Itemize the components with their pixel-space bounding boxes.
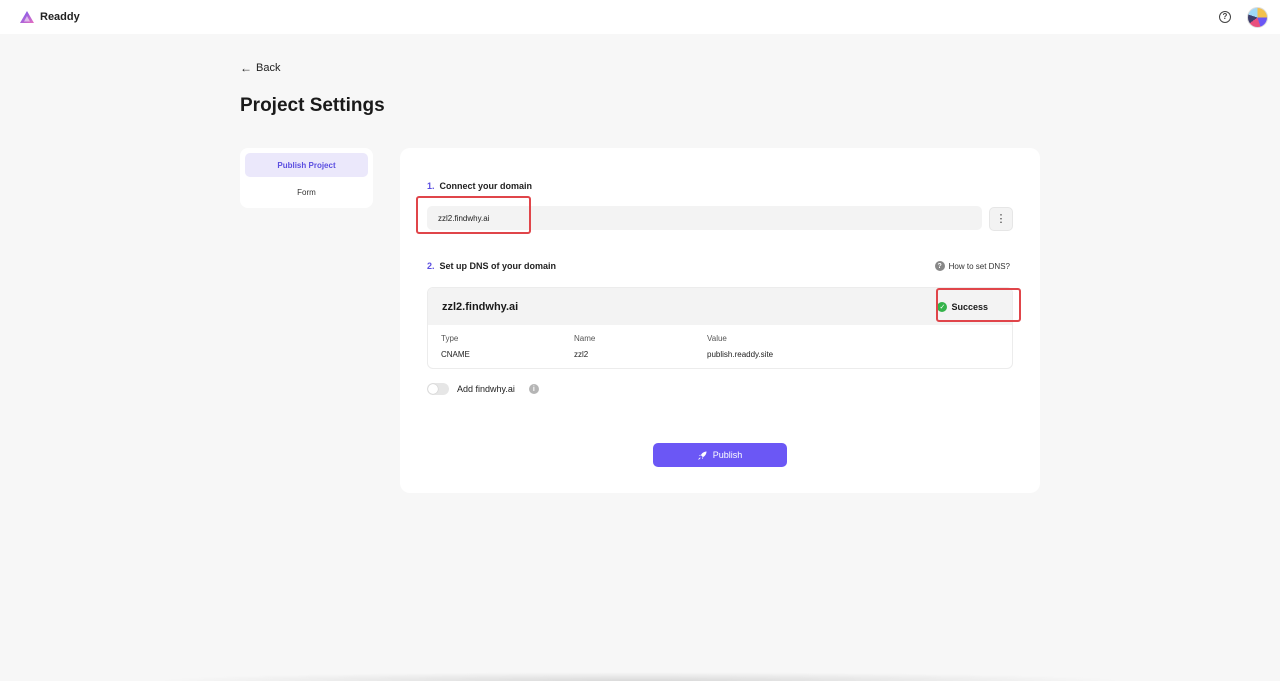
arrow-left-icon: ←	[240, 61, 252, 75]
help-icon: ?	[934, 261, 945, 271]
domain-input[interactable]	[427, 206, 982, 230]
readdy-logo-icon	[20, 11, 34, 23]
rocket-icon	[697, 450, 707, 460]
dns-record-box: zzl2.findwhy.ai ✓ Success Type Name Valu…	[427, 287, 1013, 369]
step-setup-dns: 2. Set up DNS of your domain	[427, 261, 556, 271]
how-to-set-dns-link[interactable]: ? How to set DNS?	[934, 261, 1010, 271]
add-apex-domain-row: Add findwhy.ai i	[427, 383, 539, 395]
add-apex-domain-toggle[interactable]	[427, 383, 449, 395]
back-link[interactable]: ← Back	[240, 62, 280, 74]
column-header-value: Value	[707, 334, 727, 343]
step-number: 2.	[427, 261, 435, 271]
publish-settings-card: 1. Connect your domain ⋮ 2. Set up DNS o…	[400, 148, 1040, 493]
dns-table: Type Name Value CNAME zzl2 publish.readd…	[428, 325, 1012, 359]
step-label: Set up DNS of your domain	[439, 261, 557, 271]
how-to-set-dns-label: How to set DNS?	[948, 261, 1010, 271]
top-right-actions: ?	[1219, 6, 1268, 28]
column-header-name: Name	[574, 334, 596, 343]
column-header-type: Type	[441, 334, 459, 343]
toggle-knob	[428, 384, 438, 394]
more-options-button[interactable]: ⋮	[989, 207, 1013, 231]
brand[interactable]: Readdy	[20, 11, 80, 23]
settings-sidebar: Publish Project Form	[240, 148, 373, 208]
user-avatar[interactable]	[1247, 6, 1268, 28]
domain-input-wrapper	[427, 206, 982, 230]
top-bar: Readdy ?	[0, 0, 1280, 34]
bottom-shadow	[150, 672, 1130, 681]
page-title: Project Settings	[240, 95, 385, 116]
publish-label: Publish	[712, 450, 743, 460]
publish-button[interactable]: Publish	[653, 443, 787, 467]
sidebar-item-publish-project[interactable]: Publish Project	[245, 153, 368, 177]
more-vertical-icon: ⋮	[995, 212, 1007, 225]
table-header-row: Type Name Value	[441, 334, 999, 343]
status-label: Success	[951, 301, 988, 312]
table-row: CNAME zzl2 publish.readdy.site	[441, 350, 999, 359]
brand-name: Readdy	[40, 11, 80, 23]
sidebar-item-form[interactable]: Form	[245, 180, 368, 204]
check-circle-icon: ✓	[937, 301, 948, 312]
back-label: Back	[256, 62, 281, 74]
add-apex-domain-label: Add findwhy.ai	[457, 384, 515, 394]
record-name: zzl2	[574, 350, 589, 359]
dns-domain: zzl2.findwhy.ai	[442, 300, 519, 313]
step-label: Connect your domain	[439, 181, 533, 191]
dns-header: zzl2.findwhy.ai ✓ Success	[428, 288, 1012, 325]
info-icon[interactable]: i	[528, 384, 539, 394]
record-type: CNAME	[441, 350, 470, 359]
status-badge: ✓ Success	[937, 301, 988, 312]
question-circle-icon[interactable]: ?	[1219, 11, 1231, 23]
step-number: 1.	[427, 181, 435, 191]
record-value: publish.readdy.site	[707, 350, 774, 359]
step-connect-domain: 1. Connect your domain	[427, 181, 532, 191]
